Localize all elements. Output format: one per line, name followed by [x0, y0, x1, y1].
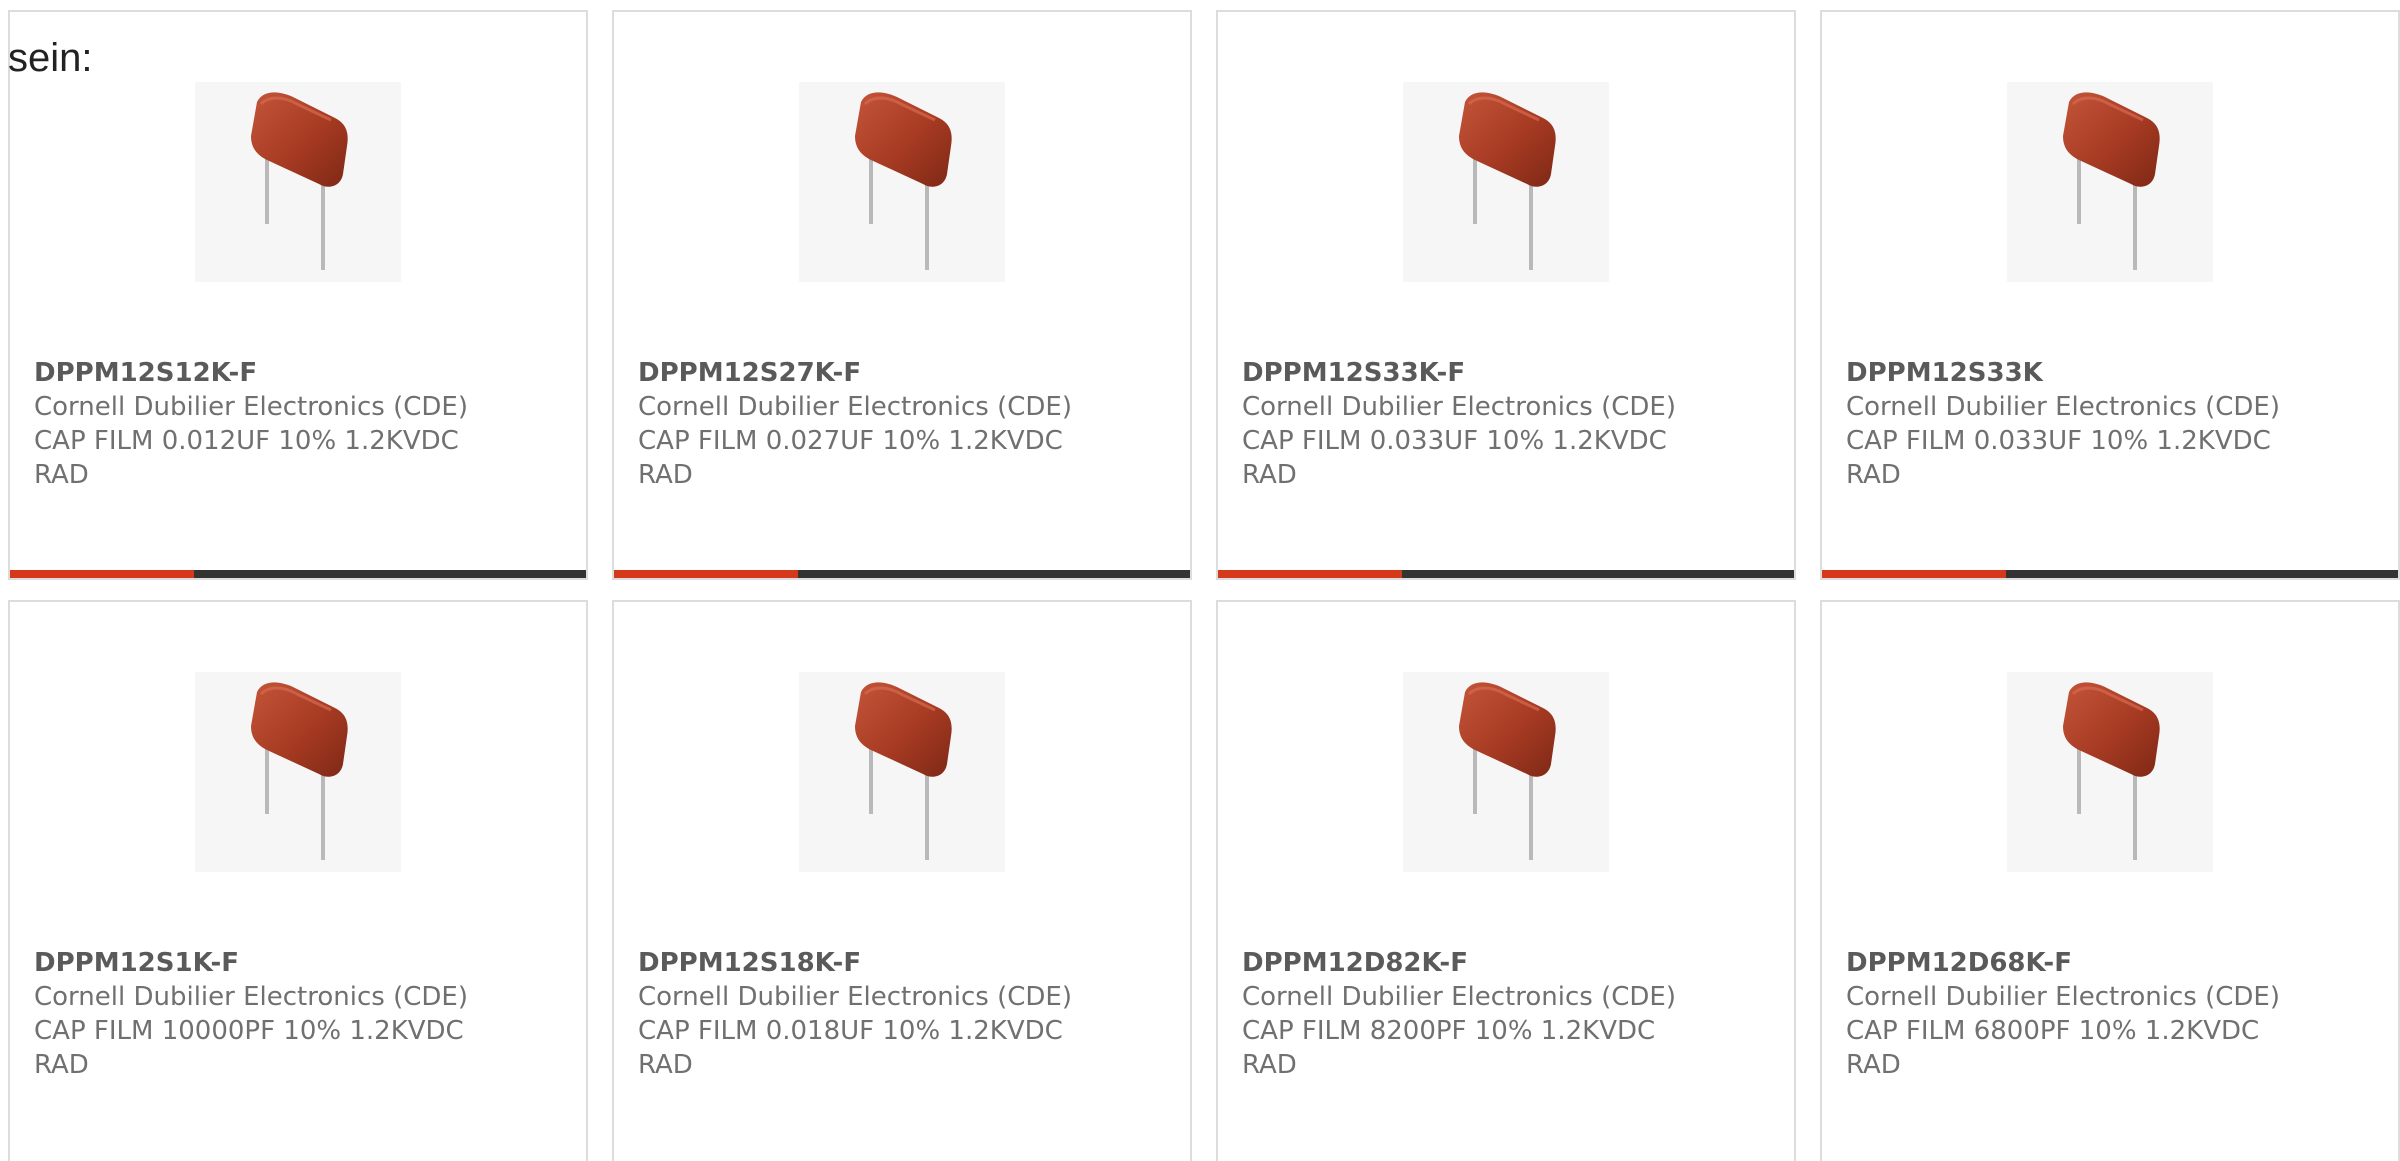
product-card[interactable]: DPPM12D82K-F Cornell Dubilier Electronics…: [1216, 600, 1796, 1161]
product-card[interactable]: DPPM12S33K-F Cornell Dubilier Electronics…: [1216, 10, 1796, 580]
product-card[interactable]: DPPM12S27K-F Cornell Dubilier Electronics…: [612, 10, 1192, 580]
page: sein: DPPM12S12K-F Cornell Dubilier Elect…: [0, 0, 2400, 1161]
film-capacitor-icon[interactable]: [799, 672, 1005, 872]
card-bottom-bar: [614, 570, 1190, 578]
card-accent-bar: [614, 570, 799, 578]
product-info: DPPM12S33K-F Cornell Dubilier Electronics…: [1242, 356, 1762, 492]
film-capacitor-icon[interactable]: [799, 82, 1005, 282]
part-number-link[interactable]: DPPM12D82K-F: [1242, 946, 1762, 980]
part-number-link[interactable]: DPPM12S27K-F: [638, 356, 1158, 390]
product-info: DPPM12S27K-F Cornell Dubilier Electronics…: [638, 356, 1158, 492]
description-text: CAP FILM 6800PF 10% 1.2KVDC: [1846, 1016, 2260, 1046]
description-text: CAP FILM 10000PF 10% 1.2KVDC: [34, 1016, 464, 1046]
package-text: RAD: [1242, 460, 1297, 490]
product-info: DPPM12D82K-F Cornell Dubilier Electronics…: [1242, 946, 1762, 1082]
product-card[interactable]: DPPM12S1K-F Cornell Dubilier Electronics …: [8, 600, 588, 1161]
card-bottom-bar: [1218, 570, 1794, 578]
package-text: RAD: [638, 1050, 693, 1080]
intro-text: sein:: [8, 36, 93, 80]
part-number-link[interactable]: DPPM12S33K: [1846, 356, 2366, 390]
film-capacitor-icon[interactable]: [2007, 82, 2213, 282]
description-text: CAP FILM 0.033UF 10% 1.2KVDC: [1242, 426, 1667, 456]
product-info: DPPM12S18K-F Cornell Dubilier Electronics…: [638, 946, 1158, 1082]
manufacturer-text: Cornell Dubilier Electronics (CDE): [34, 392, 468, 422]
package-text: RAD: [1242, 1050, 1297, 1080]
manufacturer-text: Cornell Dubilier Electronics (CDE): [638, 392, 1072, 422]
product-card[interactable]: DPPM12D68K-F Cornell Dubilier Electronics…: [1820, 600, 2400, 1161]
description-text: CAP FILM 0.012UF 10% 1.2KVDC: [34, 426, 459, 456]
package-text: RAD: [1846, 1050, 1901, 1080]
package-text: RAD: [34, 460, 89, 490]
part-number-link[interactable]: DPPM12S18K-F: [638, 946, 1158, 980]
film-capacitor-icon[interactable]: [1403, 82, 1609, 282]
card-accent-bar: [1218, 570, 1403, 578]
film-capacitor-icon[interactable]: [195, 82, 401, 282]
product-info: DPPM12S1K-F Cornell Dubilier Electronics …: [34, 946, 554, 1082]
film-capacitor-icon[interactable]: [1403, 672, 1609, 872]
manufacturer-text: Cornell Dubilier Electronics (CDE): [1242, 982, 1676, 1012]
film-capacitor-icon[interactable]: [195, 672, 401, 872]
product-info: DPPM12D68K-F Cornell Dubilier Electronics…: [1846, 946, 2366, 1082]
package-text: RAD: [638, 460, 693, 490]
card-accent-bar: [1822, 570, 2007, 578]
card-bottom-bar: [10, 570, 586, 578]
part-number-link[interactable]: DPPM12S1K-F: [34, 946, 554, 980]
manufacturer-text: Cornell Dubilier Electronics (CDE): [638, 982, 1072, 1012]
part-number-link[interactable]: DPPM12D68K-F: [1846, 946, 2366, 980]
package-text: RAD: [1846, 460, 1901, 490]
manufacturer-text: Cornell Dubilier Electronics (CDE): [1242, 392, 1676, 422]
film-capacitor-icon[interactable]: [2007, 672, 2213, 872]
part-number-link[interactable]: DPPM12S33K-F: [1242, 356, 1762, 390]
product-grid: DPPM12S12K-F Cornell Dubilier Electronics…: [8, 10, 2400, 1161]
product-card[interactable]: DPPM12S33K Cornell Dubilier Electronics (…: [1820, 10, 2400, 580]
description-text: CAP FILM 0.033UF 10% 1.2KVDC: [1846, 426, 2271, 456]
description-text: CAP FILM 8200PF 10% 1.2KVDC: [1242, 1016, 1656, 1046]
card-accent-bar: [10, 570, 195, 578]
manufacturer-text: Cornell Dubilier Electronics (CDE): [1846, 982, 2280, 1012]
part-number-link[interactable]: DPPM12S12K-F: [34, 356, 554, 390]
package-text: RAD: [34, 1050, 89, 1080]
card-bottom-bar: [1822, 570, 2398, 578]
product-info: DPPM12S12K-F Cornell Dubilier Electronics…: [34, 356, 554, 492]
product-info: DPPM12S33K Cornell Dubilier Electronics (…: [1846, 356, 2366, 492]
description-text: CAP FILM 0.027UF 10% 1.2KVDC: [638, 426, 1063, 456]
product-card[interactable]: DPPM12S18K-F Cornell Dubilier Electronics…: [612, 600, 1192, 1161]
manufacturer-text: Cornell Dubilier Electronics (CDE): [1846, 392, 2280, 422]
manufacturer-text: Cornell Dubilier Electronics (CDE): [34, 982, 468, 1012]
description-text: CAP FILM 0.018UF 10% 1.2KVDC: [638, 1016, 1063, 1046]
product-card[interactable]: DPPM12S12K-F Cornell Dubilier Electronics…: [8, 10, 588, 580]
